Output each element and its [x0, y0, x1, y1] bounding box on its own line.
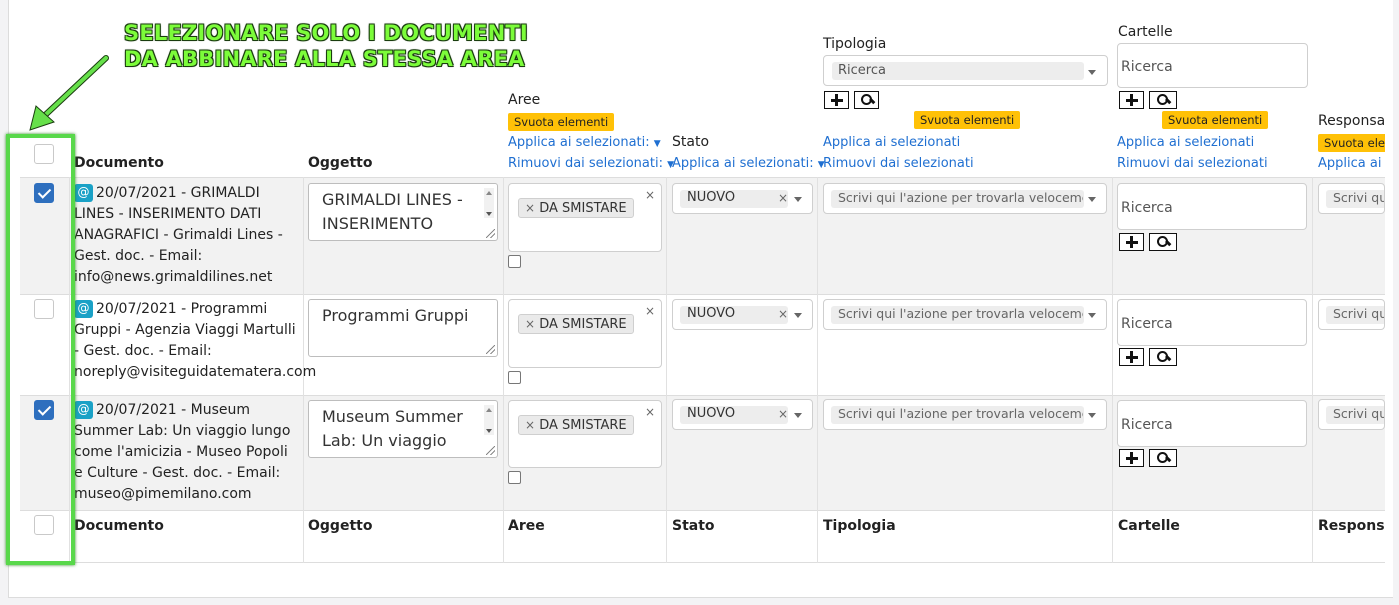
cartelle-applica-link[interactable]: Applica ai selezionati — [1117, 135, 1254, 150]
annotation-line-1: SELEZIONARE SOLO I DOCUMENTI — [124, 21, 528, 45]
cartelle-search-button[interactable] — [1149, 449, 1177, 467]
aree-multiselect[interactable]: × DA SMISTARE × — [508, 183, 662, 252]
cartelle-add-button[interactable] — [1119, 449, 1144, 467]
clear-icon[interactable]: × — [778, 191, 788, 205]
document-cell[interactable]: @20/07/2021 - Museum Summer Lab: Un viag… — [74, 400, 300, 505]
tipologia-search-value: Ricerca — [838, 63, 886, 78]
plus-icon — [1125, 452, 1138, 464]
aree-checkbox[interactable] — [508, 255, 521, 268]
cartelle-svuota-button[interactable]: Svuota elementi — [1162, 111, 1269, 129]
cartelle-search-button[interactable] — [1149, 233, 1177, 251]
clear-icon[interactable]: × — [645, 405, 655, 419]
documento-header-label: Documento — [74, 155, 164, 171]
cartelle-add-button[interactable] — [1119, 233, 1144, 251]
clear-icon[interactable]: × — [645, 188, 655, 202]
clear-icon[interactable]: × — [645, 304, 655, 318]
search-icon — [1157, 351, 1169, 363]
chevron-down-icon — [1088, 197, 1096, 202]
aree-checkbox[interactable] — [508, 471, 521, 484]
tipologia-svuota-button[interactable]: Svuota elementi — [914, 111, 1021, 129]
tipologia-select[interactable]: Scrivi qui l'azione per trovarla velocem… — [823, 299, 1107, 330]
tipologia-select[interactable]: Scrivi qui l'azione per trovarla velocem… — [823, 183, 1107, 214]
oggetto-textarea[interactable]: Museum Summer Lab: Un viaggio — [308, 400, 498, 458]
annotation-arrow-icon — [29, 55, 109, 131]
footer-cartelle: Cartelle — [1118, 518, 1180, 534]
search-icon — [1157, 452, 1169, 464]
annotation-line-2: DA ABBINARE ALLA STESSA AREA — [124, 47, 525, 71]
tipologia-header-label: Tipologia — [823, 36, 887, 52]
aree-multiselect[interactable]: × DA SMISTARE × — [508, 299, 662, 368]
email-icon: @ — [74, 401, 93, 419]
responsabile-select[interactable]: Scrivi qui — [1318, 299, 1385, 330]
chevron-down-icon — [1088, 70, 1096, 75]
cartelle-search-input[interactable]: Ricerca — [1117, 43, 1308, 88]
clear-icon[interactable]: × — [778, 407, 788, 421]
stato-select[interactable]: NUOVO × — [672, 299, 813, 330]
tipologia-search-button[interactable] — [854, 91, 879, 109]
footer-tipologia: Tipologia — [823, 518, 896, 534]
chevron-down-icon — [794, 313, 802, 318]
responsabile-select[interactable]: Scrivi qui — [1318, 399, 1385, 430]
aree-svuota-button[interactable]: Svuota elementi — [508, 113, 615, 131]
stato-select[interactable]: NUOVO × — [672, 183, 813, 214]
cartelle-search-button[interactable] — [1149, 348, 1177, 366]
aree-multiselect[interactable]: × DA SMISTARE × — [508, 400, 662, 468]
plus-icon — [1125, 94, 1138, 106]
stato-applica-link[interactable]: Applica ai selezionati: ▼ — [672, 156, 825, 171]
area-tag: × DA SMISTARE — [518, 198, 634, 218]
responsabile-svuota-button[interactable]: Svuota elementi — [1318, 134, 1385, 152]
aree-header-label: Aree — [508, 92, 541, 108]
cartelle-rimuovi-link[interactable]: Rimuovi dai selezionati — [1117, 156, 1268, 171]
email-icon: @ — [74, 300, 93, 318]
oggetto-textarea[interactable]: Programmi Gruppi — [308, 299, 498, 357]
email-icon: @ — [74, 184, 93, 202]
tipologia-applica-link[interactable]: Applica ai selezionati — [823, 135, 960, 150]
responsabile-applica-link[interactable]: Applica ai selezionati — [1318, 156, 1385, 171]
cartelle-add-button[interactable] — [1119, 91, 1144, 109]
cartelle-search-button[interactable] — [1149, 91, 1177, 109]
footer-stato: Stato — [672, 518, 715, 534]
cartelle-header-label: Cartelle — [1118, 24, 1173, 40]
search-icon — [860, 94, 873, 106]
plus-icon — [1125, 236, 1138, 248]
aree-rimuovi-link[interactable]: Rimuovi dai selezionati: ▼ — [508, 156, 674, 171]
oggetto-header-label: Oggetto — [308, 155, 373, 171]
tipologia-rimuovi-link[interactable]: Rimuovi dai selezionati — [823, 156, 974, 171]
chevron-down-icon — [1088, 413, 1096, 418]
oggetto-textarea[interactable]: GRIMALDI LINES - INSERIMENTO — [308, 183, 498, 241]
chevron-down-icon — [1088, 313, 1096, 318]
responsabile-header-label: Responsabile — [1318, 113, 1385, 129]
plus-icon — [830, 94, 843, 106]
cartelle-input[interactable]: Ricerca — [1117, 299, 1307, 346]
chevron-down-icon — [794, 197, 802, 202]
cartelle-input[interactable]: Ricerca — [1117, 183, 1307, 230]
chevron-down-icon — [794, 413, 802, 418]
document-cell[interactable]: @20/07/2021 - Programmi Gruppi - Agenzia… — [74, 299, 316, 383]
cartelle-input[interactable]: Ricerca — [1117, 400, 1307, 447]
footer-documento: Documento — [74, 518, 164, 534]
responsabile-select[interactable]: Scrivi qui — [1318, 183, 1385, 214]
search-icon — [1157, 94, 1169, 106]
tipologia-search-select[interactable]: Ricerca — [823, 55, 1108, 86]
search-icon — [1157, 236, 1169, 248]
stato-header-label: Stato — [672, 134, 710, 150]
cartelle-add-button[interactable] — [1119, 348, 1144, 366]
checkbox-highlight-box — [6, 134, 75, 565]
footer-responsabile: Responsabile — [1318, 518, 1385, 534]
aree-applica-link[interactable]: Applica ai selezionati: ▼ — [508, 135, 661, 150]
aree-checkbox[interactable] — [508, 371, 521, 384]
plus-icon — [1125, 351, 1138, 363]
document-cell[interactable]: @20/07/2021 - GRIMALDI LINES - INSERIMEN… — [74, 183, 300, 288]
footer-aree: Aree — [508, 518, 545, 534]
clear-icon[interactable]: × — [778, 307, 788, 321]
tipologia-select[interactable]: Scrivi qui l'azione per trovarla velocem… — [823, 399, 1107, 430]
area-tag: × DA SMISTARE — [518, 314, 634, 334]
stato-select[interactable]: NUOVO × — [672, 399, 813, 430]
footer-oggetto: Oggetto — [308, 518, 373, 534]
tipologia-add-button[interactable] — [824, 91, 849, 109]
area-tag: × DA SMISTARE — [518, 415, 634, 435]
